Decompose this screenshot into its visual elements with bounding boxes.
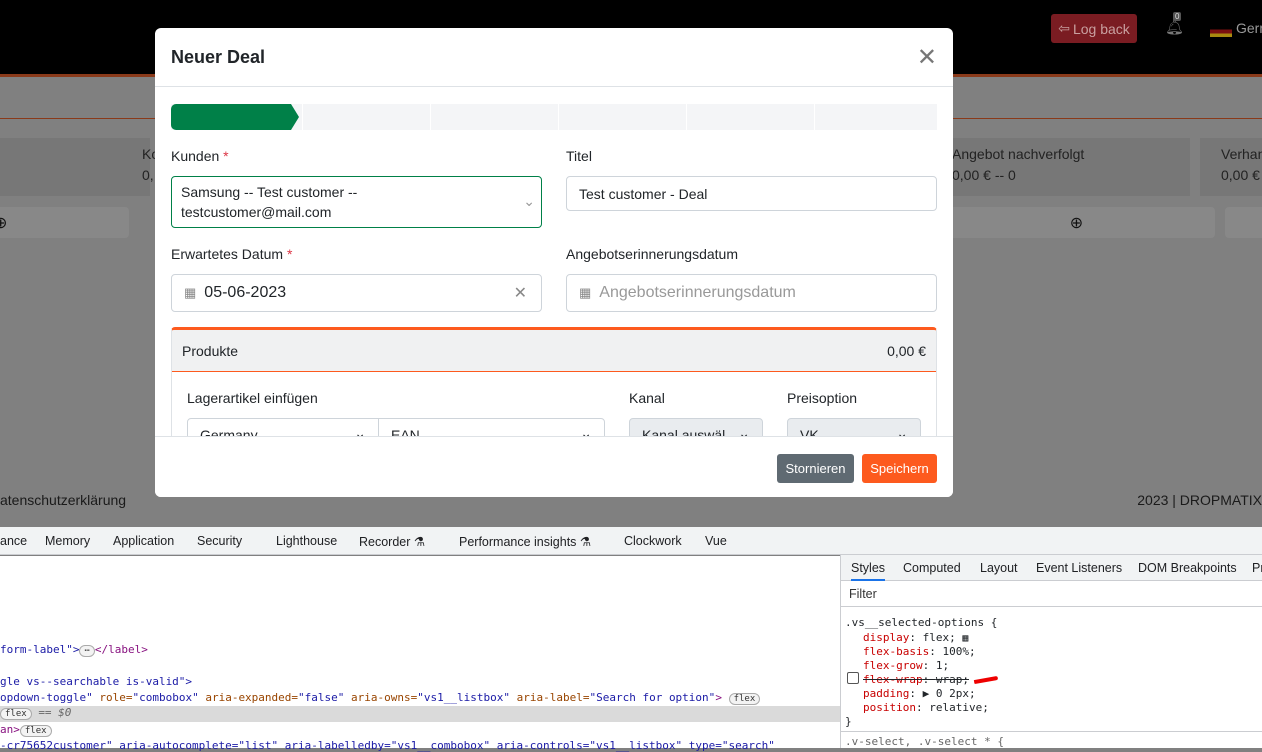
step-divider <box>805 104 815 130</box>
language-selector[interactable]: Germ <box>1236 20 1262 36</box>
dom-node[interactable]: an> flex <box>0 723 52 737</box>
price-option-label: Preisoption <box>787 390 858 406</box>
add-deal-button[interactable] <box>1225 207 1262 238</box>
notification-badge: 0 <box>1173 12 1182 21</box>
tab-lighthouse[interactable]: Lighthouse <box>276 534 337 548</box>
tab-application[interactable]: Application <box>113 534 174 548</box>
privacy-link[interactable]: atenschutzerklärung <box>0 492 126 508</box>
tab-dom-breakpoints[interactable]: DOM Breakpoints <box>1138 561 1237 575</box>
dom-node[interactable]: gle vs--searchable is-valid"> <box>0 675 192 688</box>
step-divider <box>421 104 431 130</box>
clear-icon[interactable]: ✕ <box>514 283 527 303</box>
tab-event-listeners[interactable]: Event Listeners <box>1036 561 1122 575</box>
log-back-button[interactable]: ⇦ Log back <box>1051 14 1137 43</box>
tab-recorder[interactable]: Recorder ⚗ <box>359 534 425 549</box>
property-checkbox[interactable] <box>847 672 859 684</box>
css-selector[interactable]: .v-select, .v-select * { <box>841 731 1262 748</box>
cancel-button[interactable]: Stornieren <box>777 454 854 483</box>
tab-memory[interactable]: Memory <box>45 534 90 548</box>
modal-title: Neuer Deal <box>171 46 266 67</box>
tab-layout[interactable]: Layout <box>980 561 1018 575</box>
styles-tabbar: Styles Computed Layout Event Listeners D… <box>841 555 1262 581</box>
add-deal-button[interactable]: ⊕ <box>938 207 1215 238</box>
add-deal-button[interactable]: ⊕ <box>0 207 129 238</box>
save-button[interactable]: Speichern <box>862 454 937 483</box>
pipeline-stage: Verhan 0,00 € <box>1200 138 1262 196</box>
tab-vue[interactable]: Vue <box>705 534 727 548</box>
dom-node[interactable]: form-label"> ⋯ </label> <box>0 643 148 657</box>
styles-pane: Styles Computed Layout Event Listeners D… <box>840 555 1262 748</box>
title-input[interactable]: Test customer - Deal <box>566 176 937 211</box>
step-divider <box>293 104 303 130</box>
tab-styles[interactable]: Styles <box>851 561 886 581</box>
modal-header: Neuer Deal ✕ <box>155 28 953 87</box>
customer-select[interactable]: Samsung -- Test customer -- testcustomer@… <box>171 176 542 228</box>
tab-security[interactable]: Security <box>197 534 242 548</box>
date-label: Erwartetes Datum * <box>171 246 293 262</box>
reminder-label: Angebotserinnerungsdatum <box>566 246 739 262</box>
chevron-down-icon[interactable]: ⌄ <box>523 191 535 211</box>
tab-performance[interactable]: ance <box>0 534 27 548</box>
reminder-date-input[interactable]: ▦ Angebotserinnerungsdatum <box>566 274 937 312</box>
step-1-active[interactable] <box>171 104 299 130</box>
red-annotation-mark <box>973 675 999 685</box>
channel-label: Kanal <box>629 390 665 406</box>
copyright: 2023 | DROPMATIX <box>1137 492 1262 508</box>
step-divider <box>677 104 687 130</box>
german-flag-icon[interactable] <box>1210 26 1232 37</box>
devtools-tabbar: ance Memory Application Security Lightho… <box>0 527 1262 555</box>
stepper <box>171 104 937 130</box>
products-header: Produkte 0,00 € <box>172 330 936 372</box>
selected-dom-node[interactable]: flex == $0 <box>0 706 840 722</box>
dom-node[interactable]: opdown-toggle" role="combobox" aria-expa… <box>0 691 761 705</box>
close-icon[interactable]: ✕ <box>917 43 937 72</box>
dom-node[interactable]: -cr75652customer" aria-autocomplete="lis… <box>0 739 775 752</box>
tab-computed[interactable]: Computed <box>903 561 961 575</box>
tab-more[interactable]: Pr <box>1252 561 1262 575</box>
step-divider <box>549 104 559 130</box>
pipeline-stage: Ko 0, <box>0 138 159 196</box>
tab-clockwork[interactable]: Clockwork <box>624 534 682 548</box>
pipeline-stage: Angebot nachverfolgt 0,00 € -- 0 <box>940 138 1190 196</box>
new-deal-modal: Neuer Deal ✕ Kunden * Samsung -- Test cu… <box>155 28 953 497</box>
elements-panel[interactable]: form-label"> ⋯ </label> gle vs--searchable… <box>0 556 840 752</box>
logout-icon: ⇦ <box>1058 20 1070 36</box>
styles-filter-input[interactable]: Filter <box>841 581 1262 607</box>
css-selector[interactable]: .vs__selected-options { <box>845 616 997 629</box>
modal-footer: Stornieren Speichern <box>155 436 953 497</box>
expected-date-input[interactable]: ▦ 05-06-2023 ✕ <box>171 274 542 312</box>
titel-label: Titel <box>566 148 592 164</box>
kunden-label: Kunden * <box>171 148 229 164</box>
tab-performance-insights[interactable]: Performance insights ⚗ <box>459 534 591 549</box>
calendar-icon: ▦ <box>184 285 197 300</box>
stock-item-label: Lagerartikel einfügen <box>187 390 318 406</box>
calendar-icon: ▦ <box>579 285 592 300</box>
